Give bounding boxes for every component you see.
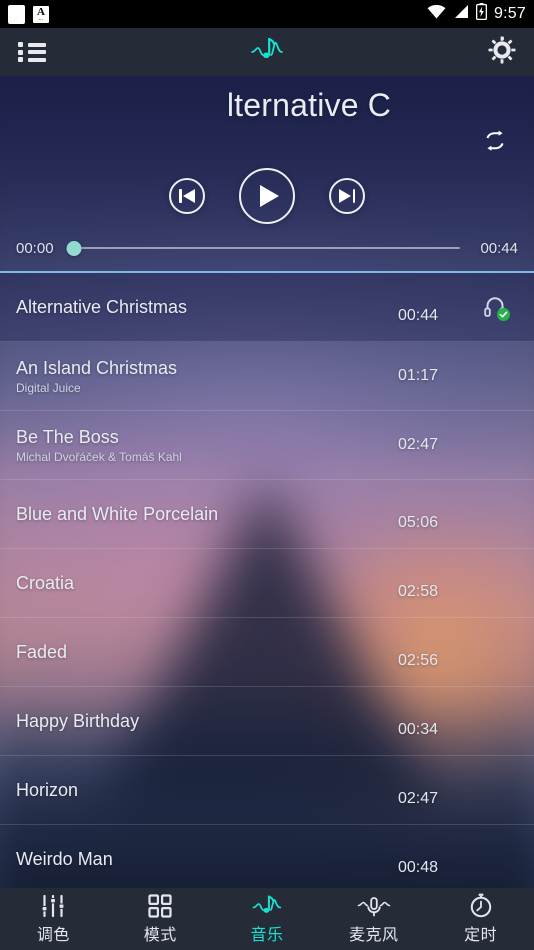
elapsed-time-label: 00:00 [16, 239, 54, 257]
track-list[interactable]: Alternative Christmas 00:44 An Island Chri… [0, 271, 534, 878]
track-duration: 02:56 [398, 652, 439, 669]
table-row[interactable]: Croatia 02:58 [0, 549, 534, 618]
microphone-icon [357, 894, 391, 918]
sliders-icon [40, 894, 66, 918]
previous-track-button[interactable] [169, 178, 205, 214]
nav-item-label: 音乐 [250, 926, 284, 944]
a-badge-icon: A ... [33, 5, 49, 23]
transport-controls [0, 168, 534, 224]
track-title: Happy Birthday [16, 710, 140, 731]
nav-item-microphone[interactable]: 麦克风 [320, 888, 427, 950]
status-bar: A ... 9:57 [0, 0, 534, 28]
track-title: Alternative Christmas [16, 296, 188, 317]
total-duration-label: 00:44 [480, 239, 518, 257]
track-badge-slot [472, 294, 518, 321]
track-title: Be The Boss [16, 426, 119, 447]
music-wave-icon [252, 894, 282, 918]
gear-icon [488, 36, 516, 69]
table-row[interactable]: Happy Birthday 00:34 [0, 687, 534, 756]
track-duration: 00:44 [398, 307, 439, 324]
track-info: An Island Christmas Digital Juice [16, 358, 394, 395]
repeat-icon [482, 130, 508, 152]
track-title: Croatia [16, 572, 75, 593]
seek-slider[interactable] [66, 239, 460, 257]
table-row[interactable]: Horizon 02:47 [0, 756, 534, 825]
track-info: Alternative Christmas [16, 297, 394, 318]
play-icon [260, 185, 279, 207]
nav-item-label: 模式 [143, 926, 177, 944]
table-row[interactable]: Weirdo Man 00:48 [0, 825, 534, 878]
track-title: Weirdo Man [16, 848, 113, 869]
blank-app-icon [8, 4, 25, 24]
app-logo [250, 35, 284, 70]
track-info: Blue and White Porcelain [16, 504, 394, 525]
track-info: Croatia [16, 573, 394, 594]
track-duration: 02:47 [398, 436, 439, 453]
track-info: Happy Birthday [16, 711, 394, 732]
track-duration: 00:34 [398, 721, 439, 738]
nav-item-label: 调色 [36, 926, 70, 944]
music-player-screen: A ... 9:57 lternative C 00:00 00:44 Alte… [0, 0, 534, 950]
playlist-list-button[interactable] [18, 42, 46, 62]
check-badge-icon [497, 308, 510, 321]
nav-item-timer[interactable]: 定时 [427, 888, 534, 950]
settings-button[interactable] [488, 36, 516, 69]
track-title: Faded [16, 641, 68, 662]
table-row[interactable]: Faded 02:56 [0, 618, 534, 687]
now-playing-title-marquee: lternative C [0, 81, 534, 129]
skip-previous-icon [179, 189, 195, 203]
track-info: Weirdo Man [16, 849, 394, 870]
signal-icon [453, 4, 469, 24]
track-info: Horizon [16, 780, 394, 801]
app-toolbar [0, 28, 534, 76]
track-duration: 01:17 [398, 367, 439, 384]
list-icon [18, 42, 46, 62]
table-row[interactable]: An Island Christmas Digital Juice 01:17 [0, 342, 534, 411]
track-duration: 02:58 [398, 583, 439, 600]
bottom-navigation: 调色 模式 音乐 麦克风 定时 [0, 888, 534, 950]
track-duration: 05:06 [398, 514, 439, 531]
skip-next-icon [339, 189, 355, 203]
seek-track [74, 247, 460, 249]
timer-icon [469, 893, 493, 918]
seek-thumb[interactable] [66, 240, 82, 256]
track-duration: 02:47 [398, 790, 439, 807]
nav-item-music-wave[interactable]: 音乐 [214, 888, 321, 950]
nav-item-label: 麦克风 [349, 926, 399, 944]
status-bar-clock: 9:57 [494, 5, 526, 22]
wifi-icon [427, 4, 446, 24]
a-badge-sub: ... [38, 16, 44, 21]
track-artist: Michal Dvořáček & Tomáš Kahl [16, 449, 182, 464]
track-artist: Digital Juice [16, 380, 81, 395]
progress-row: 00:00 00:44 [0, 235, 534, 261]
now-playing-panel: lternative C 00:00 00:44 [0, 76, 534, 271]
next-track-button[interactable] [329, 178, 365, 214]
now-playing-title: lternative C [226, 86, 392, 123]
track-title: Blue and White Porcelain [16, 503, 219, 524]
nav-item-label: 定时 [464, 926, 498, 944]
grid-icon [148, 893, 172, 918]
track-duration: 00:48 [398, 859, 439, 876]
play-pause-button[interactable] [239, 168, 295, 224]
music-wave-logo-icon [250, 35, 284, 70]
table-row[interactable]: Alternative Christmas 00:44 [0, 273, 534, 342]
track-title: Horizon [16, 779, 79, 800]
table-row[interactable]: Be The Boss Michal Dvořáček & Tomáš Kahl 0… [0, 411, 534, 480]
repeat-mode-button[interactable] [478, 124, 512, 158]
headphone-check-icon[interactable] [482, 294, 510, 321]
battery-charging-icon [475, 3, 488, 25]
track-info: Faded [16, 642, 394, 663]
track-info: Be The Boss Michal Dvořáček & Tomáš Kahl [16, 427, 394, 464]
nav-item-sliders[interactable]: 调色 [0, 888, 107, 950]
table-row[interactable]: Blue and White Porcelain 05:06 [0, 480, 534, 549]
nav-item-grid[interactable]: 模式 [107, 888, 214, 950]
track-title: An Island Christmas [16, 357, 178, 378]
